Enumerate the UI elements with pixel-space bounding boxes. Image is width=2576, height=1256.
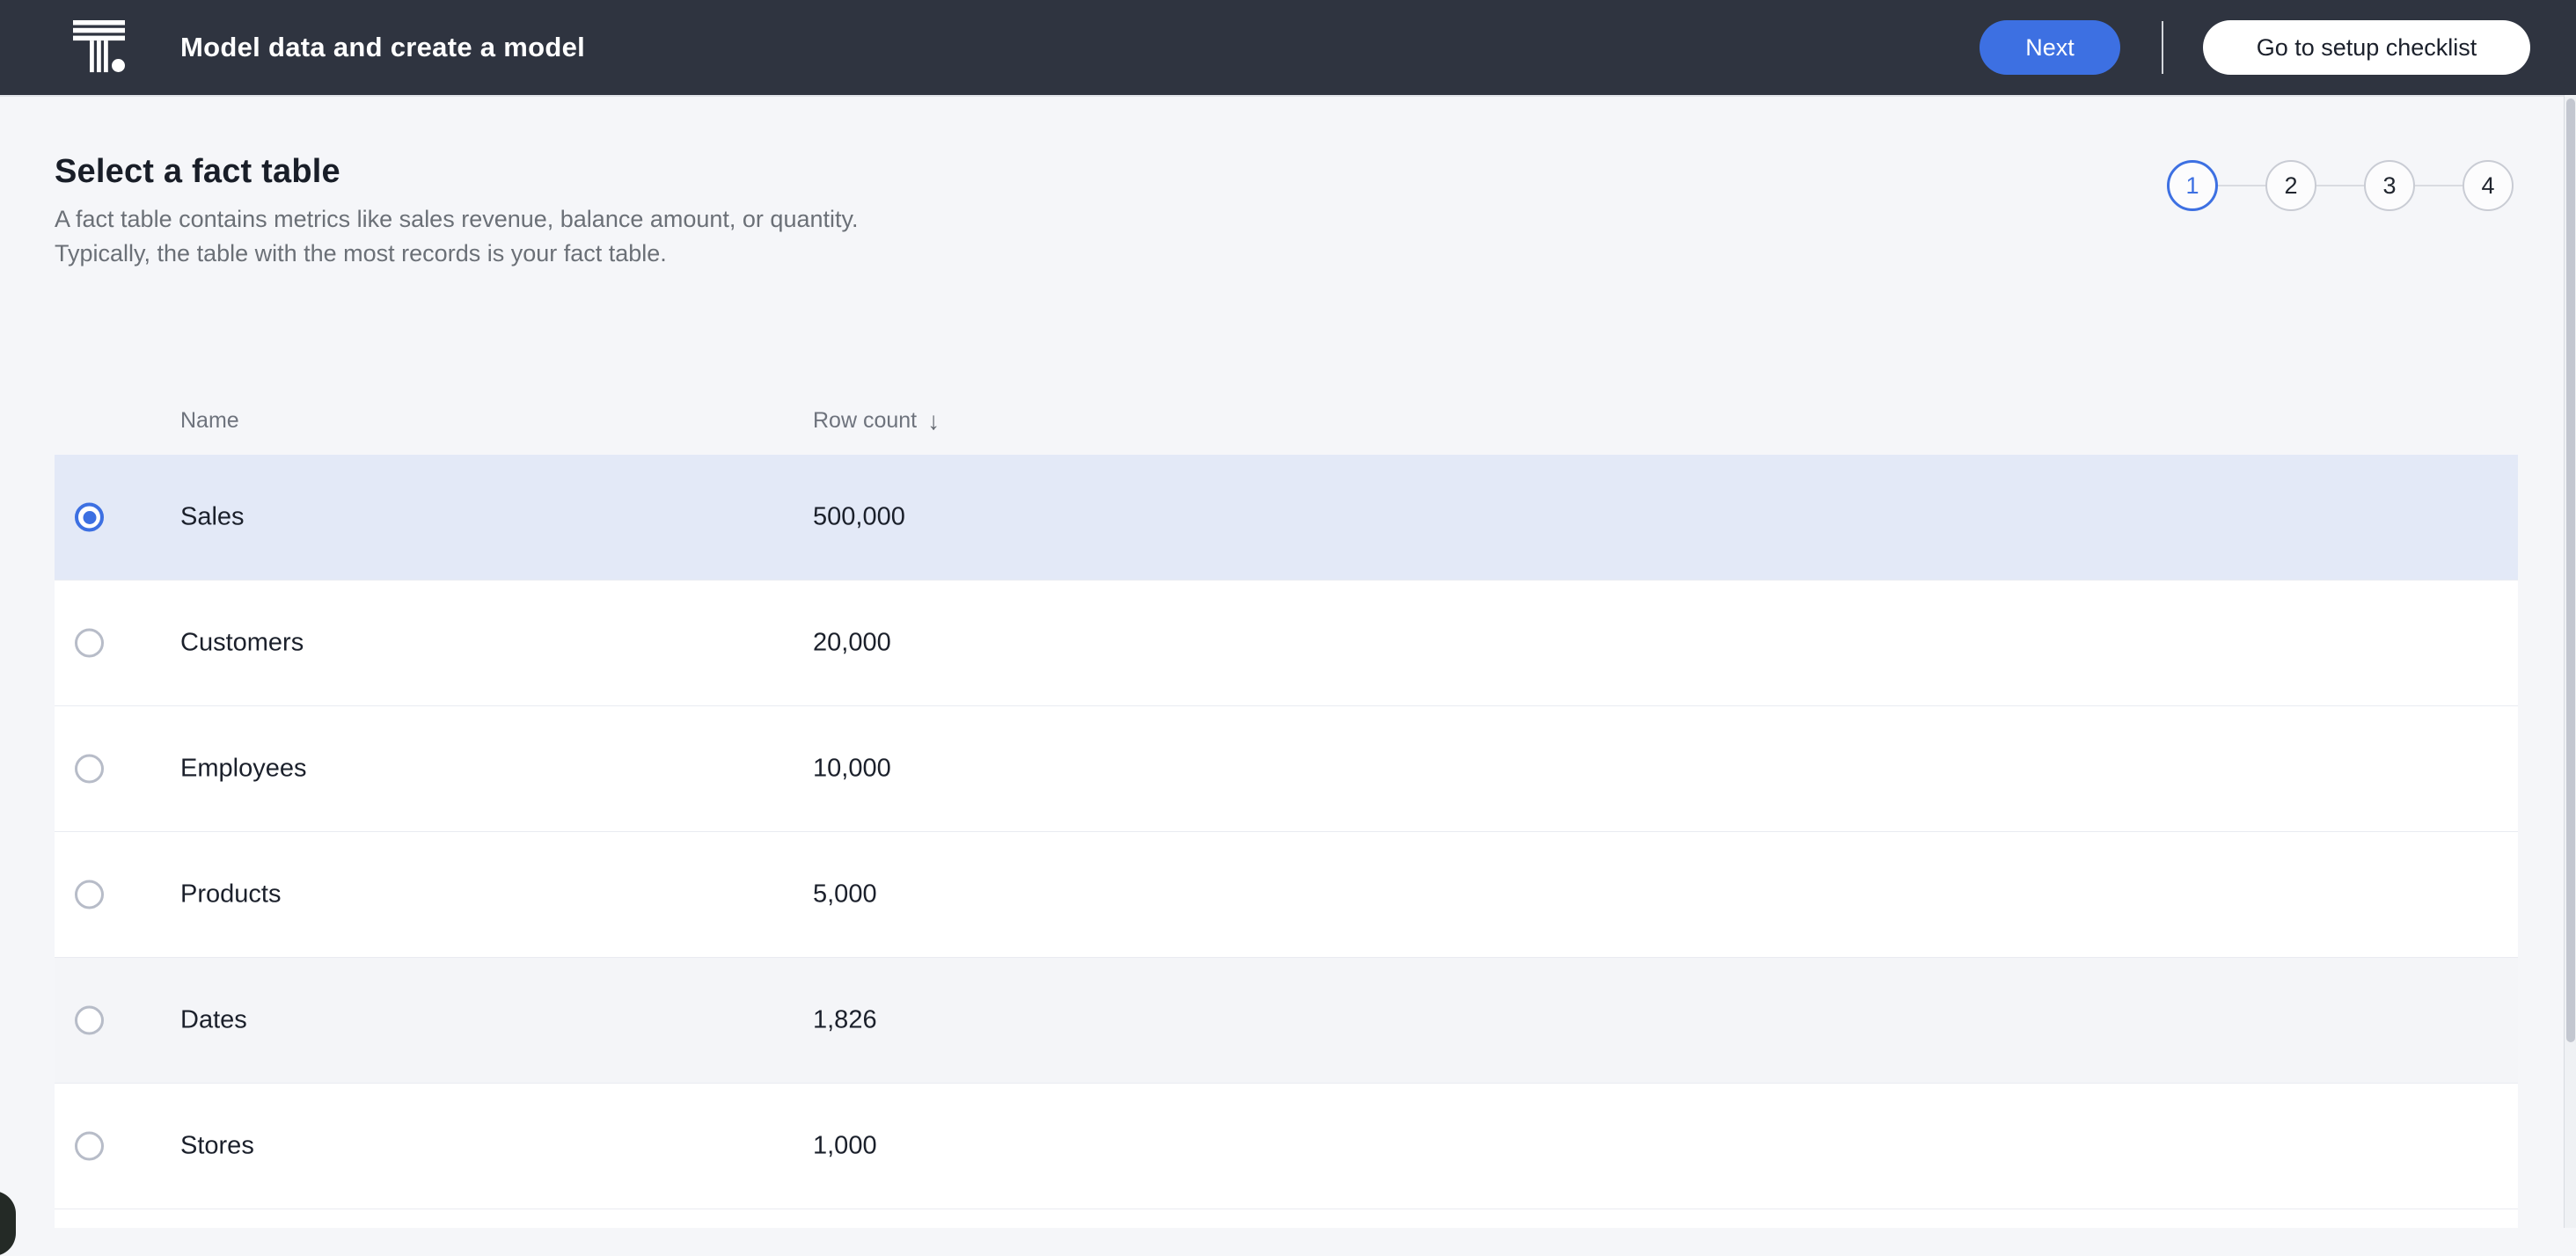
page-description-line2: Typically, the table with the most recor… xyxy=(55,240,667,267)
step-1[interactable]: 1 xyxy=(2167,160,2218,211)
table-row-customers[interactable]: Customers 20,000 xyxy=(55,581,2518,706)
fact-table-list: Sales 500,000 Customers 20,000 Employees… xyxy=(55,455,2518,1228)
table-cell-name: Stores xyxy=(180,1131,254,1160)
step-connector xyxy=(2218,185,2265,186)
column-header-row-count-label: Row count xyxy=(813,408,918,433)
table-cell-row-count: 5,000 xyxy=(813,880,877,909)
radio-button[interactable] xyxy=(75,1131,104,1161)
radio-button[interactable] xyxy=(75,502,104,532)
table-cell-row-count: 500,000 xyxy=(813,502,905,531)
window-title: Model data and create a model xyxy=(180,32,586,62)
radio-button[interactable] xyxy=(75,1005,104,1035)
column-header-row-count[interactable]: Row count ↓ xyxy=(813,408,940,434)
table-row-stores[interactable]: Stores 1,000 xyxy=(55,1084,2518,1209)
table-cell-name: Customers xyxy=(180,628,304,657)
page-description: A fact table contains metrics like sales… xyxy=(55,202,859,271)
header-divider xyxy=(2162,21,2163,74)
column-header-name[interactable]: Name xyxy=(180,408,239,434)
table-cell-row-count: 10,000 xyxy=(813,754,891,783)
table-cell-name: Products xyxy=(180,880,282,909)
step-connector xyxy=(2415,185,2463,186)
table-row-dates[interactable]: Dates 1,826 xyxy=(55,958,2518,1084)
table-row-sales[interactable]: Sales 500,000 xyxy=(55,455,2518,581)
setup-checklist-button[interactable]: Go to setup checklist xyxy=(2203,20,2530,75)
page-heading: Select a fact table xyxy=(55,153,340,190)
table-row-employees[interactable]: Employees 10,000 xyxy=(55,706,2518,832)
radio-button[interactable] xyxy=(75,880,104,909)
table-cell-name: Dates xyxy=(180,1005,247,1034)
table-cell-row-count: 20,000 xyxy=(813,628,891,657)
thoughtspot-logo-icon xyxy=(73,20,126,73)
next-button[interactable]: Next xyxy=(1980,20,2120,75)
page-description-line1: A fact table contains metrics like sales… xyxy=(55,206,859,232)
table-cell-name: Sales xyxy=(180,502,245,531)
table-row-products[interactable]: Products 5,000 xyxy=(55,832,2518,958)
radio-button[interactable] xyxy=(75,628,104,658)
scrollbar-thumb[interactable] xyxy=(2566,99,2575,1042)
step-connector xyxy=(2316,185,2364,186)
table-cell-row-count: 1,000 xyxy=(813,1131,877,1160)
table-row-partial xyxy=(55,1209,2518,1228)
sort-descending-icon: ↓ xyxy=(927,406,940,434)
app-header: Model data and create a model Next Go to… xyxy=(0,0,2576,95)
step-4[interactable]: 4 xyxy=(2463,160,2514,211)
step-3[interactable]: 3 xyxy=(2364,160,2415,211)
table-cell-row-count: 1,826 xyxy=(813,1005,877,1034)
radio-button[interactable] xyxy=(75,754,104,784)
corner-overlay-shape xyxy=(0,1191,16,1256)
table-cell-name: Employees xyxy=(180,754,307,783)
step-2[interactable]: 2 xyxy=(2265,160,2316,211)
